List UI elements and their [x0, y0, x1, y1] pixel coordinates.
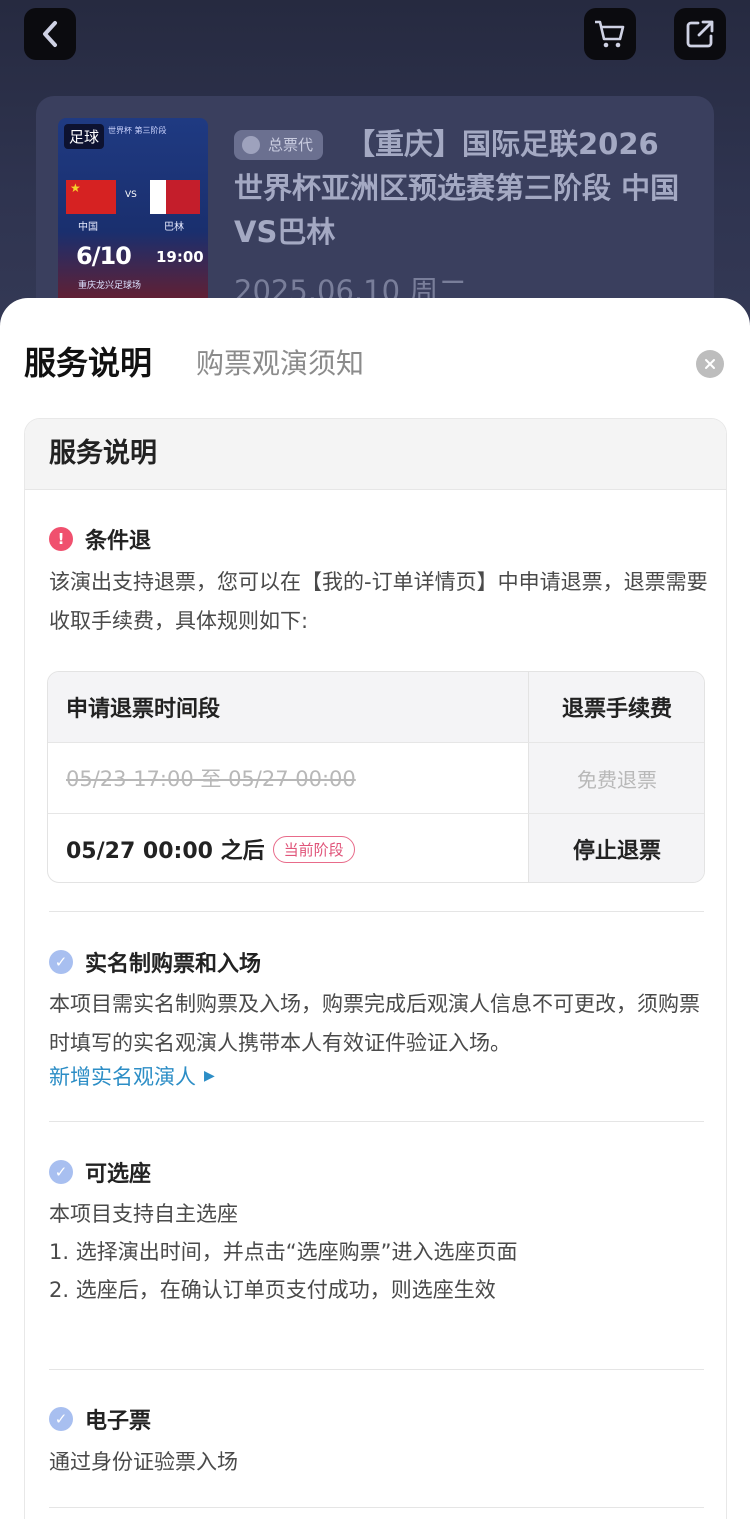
poster-venue: 重庆龙兴足球场	[78, 281, 142, 291]
fee-cell: 停止退票	[528, 814, 704, 882]
chevron-left-icon	[43, 21, 57, 47]
seat-line: 1. 选择演出时间，并点击“选座购票”进入选座页面	[49, 1240, 518, 1264]
close-button[interactable]	[696, 350, 724, 378]
service-info-sheet: 服务说明 购票观演须知 服务说明 ! 条件退 该演出支持退票，您可以在【我的-订…	[0, 298, 750, 1519]
panel-title: 服务说明	[25, 419, 726, 490]
poster-team-away: 巴林	[164, 222, 184, 233]
refund-description: 该演出支持退票，您可以在【我的-订单详情页】中申请退票，退票需要收取手续费，具体…	[49, 570, 708, 633]
divider	[49, 1369, 704, 1370]
bahrain-flag-icon	[150, 180, 200, 214]
poster-time: 19:00	[156, 248, 204, 266]
event-title: 【重庆】国际足联2026世界杯亚洲区预选赛第三阶段 中国VS巴林	[234, 127, 680, 249]
period-cell: 05/27 00:00 之后 当前阶段	[48, 814, 528, 882]
divider	[49, 911, 704, 912]
tab-purchase-notice[interactable]: 购票观演须知	[196, 342, 364, 382]
header-fee: 退票手续费	[528, 672, 704, 742]
divider	[49, 1121, 704, 1122]
screen: 足球 世界杯 第三阶段 VS 中国 巴林 6/10 19:00 重庆龙兴足球场 …	[0, 0, 750, 1519]
eticket-title-text: 电子票	[85, 1409, 152, 1434]
poster-team-home: 中国	[78, 222, 98, 233]
poster-subtitle: 世界杯 第三阶段	[108, 126, 167, 135]
current-stage-badge: 当前阶段	[272, 835, 355, 863]
eticket-description: 通过身份证验票入场	[49, 1450, 238, 1474]
poster-date: 6/10	[76, 242, 132, 270]
check-icon: ✓	[49, 1160, 73, 1184]
add-attendee-label: 新增实名观演人	[49, 1065, 196, 1089]
close-icon	[705, 359, 715, 369]
event-card[interactable]: 足球 世界杯 第三阶段 VS 中国 巴林 6/10 19:00 重庆龙兴足球场 …	[36, 96, 714, 326]
cart-icon	[595, 20, 625, 48]
share-icon	[686, 20, 714, 48]
period-text: 05/27 00:00 之后	[66, 839, 265, 864]
back-button[interactable]	[24, 8, 76, 60]
seat-title-text: 可选座	[85, 1162, 152, 1187]
poster-vs: VS	[125, 190, 137, 200]
event-poster: 足球 世界杯 第三阶段 VS 中国 巴林 6/10 19:00 重庆龙兴足球场	[58, 118, 208, 308]
service-info-panel: 服务说明 ! 条件退 该演出支持退票，您可以在【我的-订单详情页】中申请退票，退…	[24, 418, 727, 1519]
realname-section-title: ✓ 实名制购票和入场	[49, 946, 261, 978]
realname-description: 本项目需实名制购票及入场，购票完成后观演人信息不可更改，须购票时填写的实名观演人…	[49, 992, 700, 1055]
cart-button[interactable]	[584, 8, 636, 60]
warning-icon: !	[49, 527, 73, 551]
seat-line: 本项目支持自主选座	[49, 1202, 238, 1226]
seat-line: 2. 选座后，在确认订单页支付成功，则选座生效	[49, 1278, 496, 1302]
china-flag-icon	[66, 180, 116, 214]
realname-title-text: 实名制购票和入场	[85, 952, 262, 977]
table-header-row: 申请退票时间段 退票手续费	[48, 672, 704, 743]
eticket-section-title: ✓ 电子票	[49, 1403, 151, 1435]
refund-section-title: ! 条件退	[49, 523, 151, 555]
triangle-right-icon: ▶	[204, 1068, 215, 1084]
poster-category-tag: 足球	[64, 124, 105, 149]
tab-service-info[interactable]: 服务说明	[24, 338, 152, 384]
check-icon: ✓	[49, 1407, 73, 1431]
header-period: 申请退票时间段	[48, 672, 528, 742]
refund-title-text: 条件退	[85, 529, 152, 554]
refund-rules-table: 申请退票时间段 退票手续费 05/23 17:00 至 05/27 00:00 …	[47, 671, 705, 883]
fee-cell: 免费退票	[528, 743, 704, 813]
add-attendee-link[interactable]: 新增实名观演人 ▶	[49, 1061, 215, 1091]
table-row: 05/23 17:00 至 05/27 00:00 免费退票	[48, 743, 704, 814]
share-button[interactable]	[674, 8, 726, 60]
divider	[49, 1507, 704, 1508]
table-row: 05/27 00:00 之后 当前阶段 停止退票	[48, 814, 704, 882]
period-cell: 05/23 17:00 至 05/27 00:00	[66, 767, 356, 791]
check-icon: ✓	[49, 950, 73, 974]
seat-section-title: ✓ 可选座	[49, 1156, 151, 1188]
